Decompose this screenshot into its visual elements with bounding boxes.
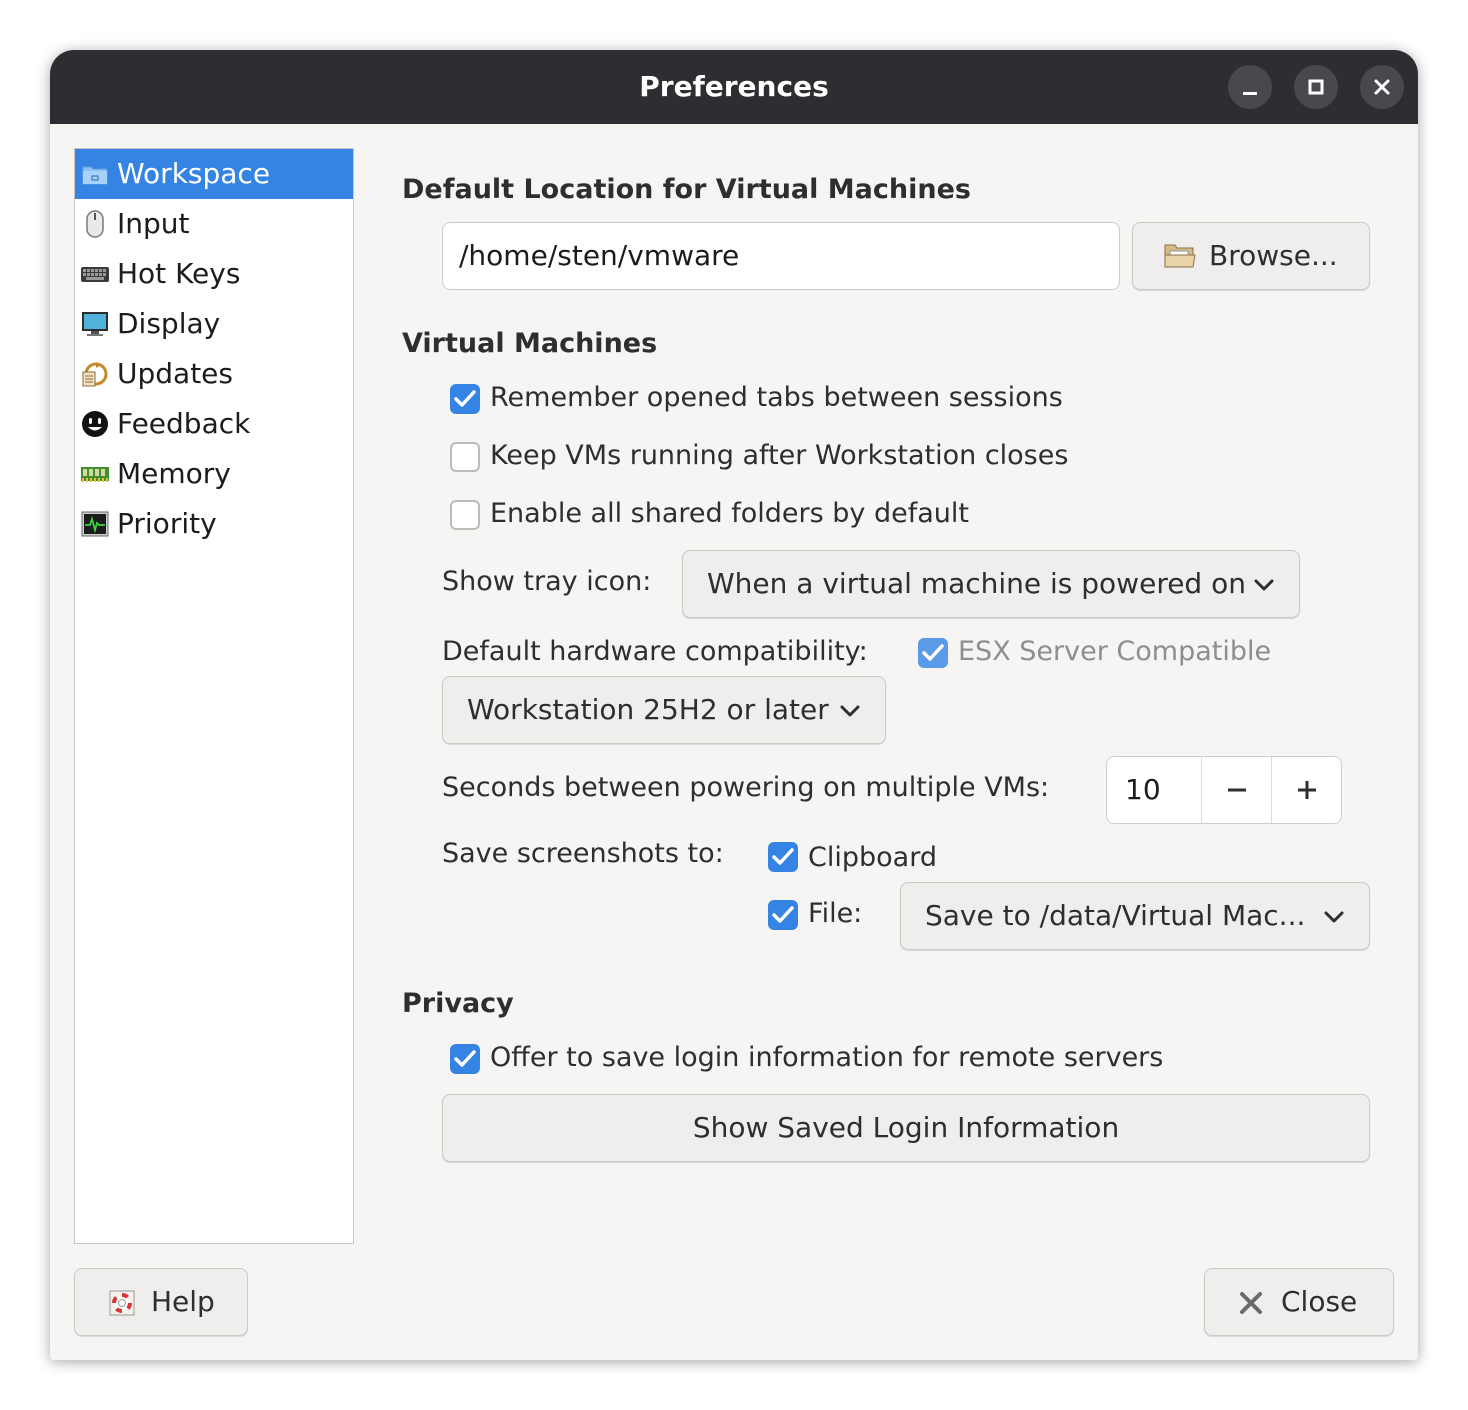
- hardware-compat-value: Workstation 25H2 or later: [467, 693, 829, 726]
- seconds-value[interactable]: 10: [1125, 757, 1161, 823]
- keyboard-icon: [81, 267, 109, 282]
- sidebar-item-feedback[interactable]: Feedback: [75, 399, 353, 449]
- plus-icon: [1298, 781, 1316, 799]
- preferences-window: Preferences Workspace Input Hot Keys Dis…: [50, 50, 1418, 1360]
- close-button[interactable]: Close: [1204, 1268, 1394, 1336]
- maximize-button[interactable]: [1294, 65, 1338, 109]
- keep-vms-running-checkbox[interactable]: [450, 442, 480, 472]
- clipboard-label[interactable]: Clipboard: [808, 842, 937, 873]
- close-label: Close: [1281, 1285, 1358, 1318]
- sidebar-item-label: Feedback: [117, 407, 251, 440]
- folder-icon: [82, 166, 108, 185]
- hardware-compat-label: Default hardware compatibility:: [442, 636, 868, 667]
- smiley-icon: [82, 411, 108, 437]
- minimize-button[interactable]: [1228, 65, 1272, 109]
- virtual-machines-heading: Virtual Machines: [402, 328, 658, 359]
- activity-monitor-icon: [81, 511, 109, 537]
- window-title: Preferences: [639, 70, 829, 103]
- mouse-icon: [86, 210, 104, 238]
- chevron-down-icon: [1324, 911, 1344, 923]
- browse-button[interactable]: Browse...: [1132, 222, 1370, 290]
- sidebar-item-priority[interactable]: Priority: [75, 499, 353, 549]
- remember-tabs-label[interactable]: Remember opened tabs between sessions: [490, 382, 1063, 413]
- maximize-icon: [1308, 79, 1324, 95]
- monitor-icon: [82, 312, 108, 336]
- checkmark-icon: [772, 906, 794, 923]
- sidebar-item-label: Workspace: [117, 157, 271, 190]
- folder-open-icon: [1164, 244, 1196, 268]
- screenshot-file-value: Save to /data/Virtual Mac...: [925, 899, 1306, 932]
- clipboard-checkbox[interactable]: [768, 842, 798, 872]
- chevron-down-icon: [840, 705, 860, 717]
- file-checkbox[interactable]: [768, 900, 798, 930]
- minus-icon: [1228, 788, 1246, 792]
- close-window-button[interactable]: [1360, 65, 1404, 109]
- sidebar-item-label: Input: [117, 207, 190, 240]
- help-label: Help: [151, 1285, 215, 1318]
- tray-icon-dropdown[interactable]: When a virtual machine is powered on: [682, 550, 1300, 618]
- sidebar-item-memory[interactable]: Memory: [75, 449, 353, 499]
- decrement-button[interactable]: [1202, 757, 1272, 823]
- default-location-heading: Default Location for Virtual Machines: [402, 174, 971, 205]
- help-button[interactable]: Help: [74, 1268, 248, 1336]
- shared-folders-label: Enable all shared folders by default: [490, 498, 969, 529]
- privacy-heading: Privacy: [402, 988, 514, 1019]
- tray-icon-value: When a virtual machine is powered on: [707, 567, 1246, 600]
- vm-location-input[interactable]: /home/sten/vmware: [442, 222, 1120, 290]
- sidebar-item-updates[interactable]: Updates: [75, 349, 353, 399]
- remember-tabs-checkbox[interactable]: [450, 384, 480, 414]
- category-list[interactable]: Workspace Input Hot Keys Display Updates…: [74, 148, 354, 1244]
- save-screenshots-label: Save screenshots to:: [442, 838, 724, 869]
- chevron-down-icon: [1254, 579, 1274, 591]
- memory-chip-icon: [81, 467, 109, 482]
- hardware-compat-dropdown[interactable]: Workstation 25H2 or later: [442, 676, 886, 744]
- close-x-icon: [1240, 1292, 1262, 1314]
- keep-vms-running-label[interactable]: Keep VMs running after Workstation close…: [490, 440, 1068, 471]
- sidebar-item-workspace[interactable]: Workspace: [75, 149, 353, 199]
- sidebar-item-label: Memory: [117, 457, 231, 490]
- sidebar-item-hot-keys[interactable]: Hot Keys: [75, 249, 353, 299]
- shared-folders-checkbox[interactable]: [450, 500, 480, 530]
- checkmark-icon: [922, 644, 944, 661]
- increment-button[interactable]: [1272, 757, 1342, 823]
- sidebar-item-display[interactable]: Display: [75, 299, 353, 349]
- offer-save-login-checkbox[interactable]: [450, 1044, 480, 1074]
- sidebar-item-label: Priority: [117, 507, 217, 540]
- sidebar-item-label: Hot Keys: [117, 257, 241, 290]
- screenshot-file-dropdown[interactable]: Save to /data/Virtual Mac...: [900, 882, 1370, 950]
- file-label[interactable]: File:: [808, 898, 862, 929]
- offer-save-login-label[interactable]: Offer to save login information for remo…: [490, 1042, 1163, 1073]
- seconds-between-label: Seconds between powering on multiple VMs…: [442, 772, 1050, 803]
- browse-label: Browse...: [1209, 239, 1338, 272]
- seconds-spinbutton[interactable]: 10: [1106, 756, 1342, 824]
- sidebar-item-label: Display: [117, 307, 221, 340]
- minimize-icon: [1243, 92, 1257, 95]
- checkmark-icon: [772, 848, 794, 865]
- tray-icon-label: Show tray icon:: [442, 566, 652, 597]
- updates-icon: [82, 362, 108, 387]
- sidebar-item-input[interactable]: Input: [75, 199, 353, 249]
- help-lifebuoy-icon: [109, 1290, 135, 1316]
- esx-compatible-checkbox: [918, 638, 948, 668]
- esx-compatible-label: ESX Server Compatible: [958, 636, 1272, 667]
- show-saved-login-button[interactable]: Show Saved Login Information: [442, 1094, 1370, 1162]
- checkmark-icon: [454, 390, 476, 407]
- title-bar[interactable]: Preferences: [50, 50, 1418, 124]
- close-icon: [1374, 79, 1390, 95]
- sidebar-item-label: Updates: [117, 357, 233, 390]
- checkmark-icon: [454, 1050, 476, 1067]
